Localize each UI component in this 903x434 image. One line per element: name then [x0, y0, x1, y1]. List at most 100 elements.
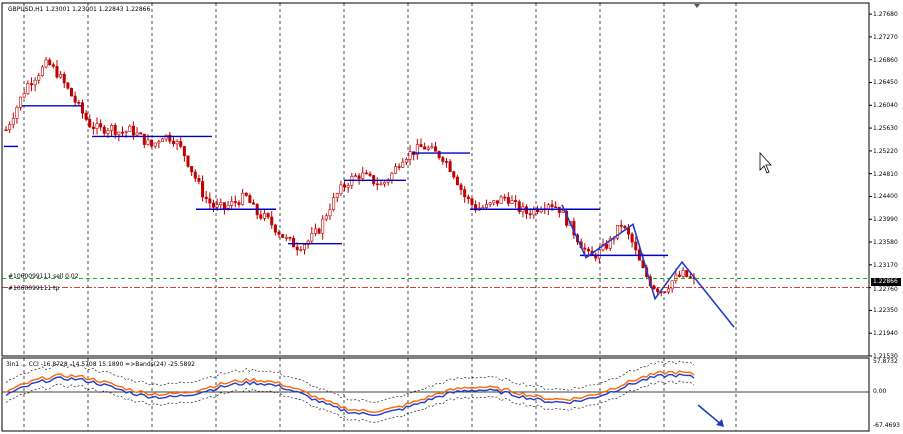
candle-body	[368, 173, 372, 176]
candle-body	[233, 201, 237, 203]
candle-body	[390, 172, 394, 181]
candle-body	[605, 244, 609, 249]
candle-body	[22, 93, 26, 98]
candle-body	[201, 181, 205, 198]
candle-body	[244, 192, 248, 196]
candle-body	[252, 202, 256, 205]
price-axis-label: 1.24810	[873, 170, 898, 178]
candle-body	[335, 193, 339, 198]
candle-body	[131, 125, 135, 136]
candle-body	[481, 207, 485, 209]
indicator-title: 3in1 ... CCI -16.8728 -14.5708 15.1890 =…	[6, 361, 195, 368]
candle-body	[211, 202, 215, 208]
candle-body	[437, 151, 441, 158]
candle-body	[288, 236, 292, 239]
candle-body	[499, 196, 503, 204]
candle-body	[29, 83, 33, 86]
candle-body	[459, 184, 463, 190]
tp-order-label: #1060099111 tp	[8, 285, 60, 292]
candle-body	[503, 196, 507, 199]
candle-body	[586, 248, 590, 252]
price-axis-label: 1.23990	[873, 216, 898, 224]
candle-body	[142, 133, 146, 145]
candle-body	[197, 178, 201, 182]
candle-body	[332, 197, 336, 210]
candle-body	[26, 83, 30, 94]
candle-body	[66, 82, 70, 89]
candle-body	[40, 66, 44, 76]
candle-body	[383, 181, 387, 185]
candle-body	[277, 231, 281, 235]
candle-body	[273, 224, 277, 233]
candle-body	[514, 200, 518, 202]
candle-body	[379, 183, 383, 186]
indicator-arrow-shaft	[697, 404, 723, 426]
candle-body	[139, 132, 143, 135]
price-axis-label: 1.25220	[873, 147, 898, 155]
candle-body	[182, 146, 186, 157]
candle-body	[623, 226, 627, 229]
candle-body	[186, 155, 190, 167]
candle-body	[91, 126, 95, 129]
price-axis-label: 1.27680	[873, 11, 898, 19]
candle-body	[685, 270, 689, 277]
candle-body	[259, 214, 263, 219]
candle-body	[485, 203, 489, 208]
candle-body	[37, 75, 41, 81]
candle-body	[667, 288, 671, 293]
tp-price-tag: 1.22760	[871, 286, 901, 293]
candle-body	[150, 139, 154, 147]
candle-body	[62, 73, 66, 84]
candle-body	[321, 218, 325, 234]
candle-body	[317, 228, 321, 234]
candle-body	[674, 274, 678, 282]
candle-body	[404, 159, 408, 163]
candle-body	[51, 64, 55, 67]
candle-body	[84, 112, 88, 120]
indicator-axis-bottom: -67.4693	[873, 422, 900, 429]
candle-body	[124, 131, 128, 133]
candle-body	[630, 233, 634, 243]
candle-body	[328, 209, 332, 217]
candle-body	[313, 228, 317, 234]
chart-window: GBPUSD,H1 1.23001 1.23001 1.22843 1.2286…	[0, 0, 903, 434]
candle-body	[688, 276, 692, 278]
candle-body	[179, 141, 183, 147]
candle-body	[262, 213, 266, 219]
candle-body	[128, 125, 132, 132]
candle-body	[70, 87, 74, 97]
candle-body	[11, 118, 15, 125]
candle-body	[270, 216, 274, 226]
candle-body	[419, 144, 423, 148]
candle-body	[455, 176, 459, 186]
candle-body	[495, 200, 499, 204]
candle-body	[343, 184, 347, 188]
zigzag-trendline	[561, 204, 735, 328]
candle-body	[80, 102, 84, 114]
main-chart-frame	[1, 2, 870, 357]
candle-body	[597, 249, 601, 259]
candle-body	[554, 206, 558, 209]
candle-body	[324, 215, 328, 220]
candle-body	[546, 204, 550, 210]
chart-title: GBPUSD,H1 1.23001 1.23001 1.22843 1.2286…	[8, 6, 151, 13]
candle-body	[73, 95, 77, 103]
chart-canvas[interactable]	[0, 0, 903, 434]
candle-body	[15, 107, 19, 119]
candle-body	[19, 96, 23, 108]
candle-body	[117, 131, 121, 135]
candle-body	[88, 119, 92, 128]
candle-body	[361, 172, 365, 179]
candle-body	[434, 146, 438, 152]
candle-body	[539, 209, 543, 213]
candle-body	[510, 200, 514, 204]
candle-body	[408, 151, 412, 160]
price-axis-label: 1.26450	[873, 79, 898, 87]
candle-body	[561, 210, 565, 213]
candle-body	[583, 247, 587, 250]
candle-body	[357, 175, 361, 179]
candle-body	[430, 146, 434, 149]
candle-body	[550, 204, 554, 208]
candle-body	[401, 161, 405, 168]
candle-body	[310, 233, 314, 242]
